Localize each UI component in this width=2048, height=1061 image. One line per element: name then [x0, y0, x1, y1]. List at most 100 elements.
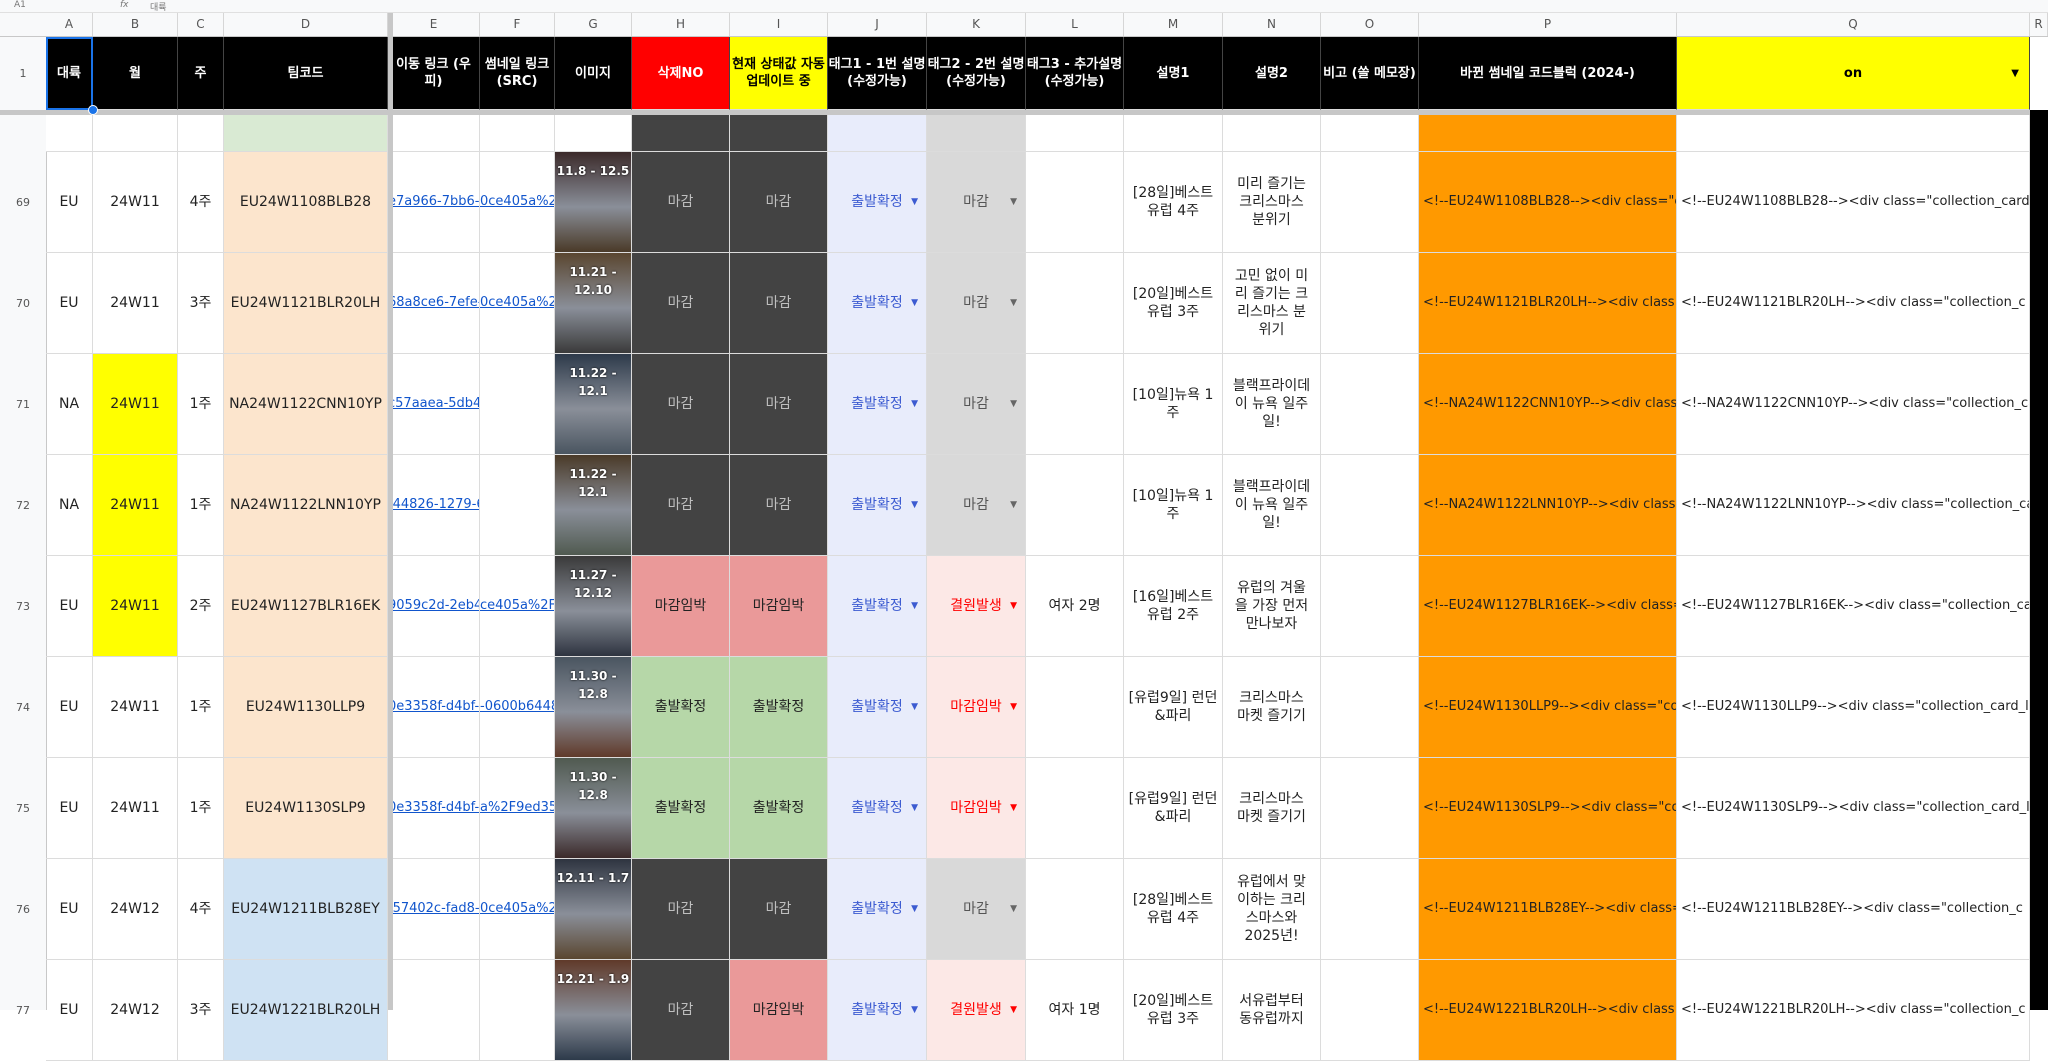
- month-cell[interactable]: 24W12: [93, 859, 178, 960]
- header-cell-j[interactable]: 태그1 - 1번 설명 (수정가능): [828, 37, 927, 110]
- description2-cell[interactable]: 고민 없이 미리 즐기는 크리스마스 분위기: [1223, 253, 1321, 354]
- tag3-cell[interactable]: [1026, 354, 1124, 455]
- month-cell[interactable]: 24W11: [93, 455, 178, 556]
- row-number[interactable]: 76: [0, 859, 46, 960]
- header-cell-f[interactable]: 썸네일 링크 (SRC): [480, 37, 555, 110]
- thumbnail-codeblock-cell[interactable]: <!--NA24W1122LNN10YP--><div class=": [1419, 455, 1677, 556]
- team-code-cell[interactable]: EU24W1130SLP9: [224, 758, 388, 859]
- team-code-cell[interactable]: EU24W1108BLB28: [224, 152, 388, 253]
- week-cell[interactable]: 2주: [178, 556, 224, 657]
- move-link-cell[interactable]: [388, 960, 480, 1061]
- move-link-cell[interactable]: e7a966-7bb6-: [388, 152, 480, 253]
- thumbnail-codeblock-cell[interactable]: <!--EU24W1121BLR20LH--><div class="c: [1419, 253, 1677, 354]
- team-code-cell[interactable]: EU24W1121BLR20LH: [224, 253, 388, 354]
- description2-cell[interactable]: 블랙프라이데이 뉴욕 일주일!: [1223, 455, 1321, 556]
- month-cell[interactable]: 24W11: [93, 758, 178, 859]
- tag1-dropdown[interactable]: 출발확정 ▼: [828, 960, 927, 1061]
- dropdown-arrow-icon[interactable]: ▼: [1010, 698, 1017, 716]
- note-cell[interactable]: [1321, 758, 1419, 859]
- row-number[interactable]: 72: [0, 455, 46, 556]
- status-cell[interactable]: 마감: [730, 455, 828, 556]
- header-cell-l[interactable]: 태그3 - 추가설명 (수정가능): [1026, 37, 1124, 110]
- tag1-dropdown[interactable]: 출발확정 ▼: [828, 354, 927, 455]
- header-cell-c[interactable]: 주: [178, 37, 224, 110]
- header-cell-g[interactable]: 이미지: [555, 37, 632, 110]
- header-cell-d[interactable]: 팀코드: [224, 37, 388, 110]
- freeze-column-divider[interactable]: [388, 13, 393, 1010]
- on-code-cell[interactable]: <!--EU24W1108BLB28--><div class="collect…: [1677, 152, 2030, 253]
- team-code-cell[interactable]: NA24W1122CNN10YP: [224, 354, 388, 455]
- status-cell[interactable]: 마감: [730, 253, 828, 354]
- month-cell[interactable]: 24W11: [93, 354, 178, 455]
- dropdown-arrow-icon[interactable]: ▼: [911, 799, 918, 817]
- note-cell[interactable]: [1321, 556, 1419, 657]
- formula-input[interactable]: 대륙: [150, 0, 167, 13]
- column-header-r[interactable]: R: [2030, 13, 2048, 36]
- description1-cell[interactable]: [유럽9일] 런던&파리: [1124, 657, 1223, 758]
- tag1-dropdown[interactable]: 출발확정 ▼: [828, 152, 927, 253]
- delete-no-cell[interactable]: 마감: [632, 455, 730, 556]
- dropdown-arrow-icon[interactable]: ▼: [911, 496, 918, 514]
- column-header-j[interactable]: J: [828, 13, 927, 36]
- dropdown-arrow-icon[interactable]: ▼: [911, 597, 918, 615]
- delete-no-cell[interactable]: 마감임박: [632, 556, 730, 657]
- thumbnail-codeblock-cell[interactable]: <!--EU24W1211BLB28EY--><div class="c: [1419, 859, 1677, 960]
- tag2-dropdown[interactable]: 마감 ▼: [927, 455, 1026, 556]
- thumbnail-image[interactable]: 11.27 - 12.12: [555, 556, 632, 657]
- week-cell[interactable]: 1주: [178, 455, 224, 556]
- delete-no-cell[interactable]: 마감: [632, 152, 730, 253]
- on-code-cell[interactable]: <!--EU24W1127BLR16EK--><div class="colle…: [1677, 556, 2030, 657]
- tag2-dropdown[interactable]: 결원발생 ▼: [927, 960, 1026, 1061]
- tag3-cell[interactable]: [1026, 455, 1124, 556]
- region-cell[interactable]: NA: [46, 354, 93, 455]
- thumbnail-codeblock-cell[interactable]: <!--EU24W1127BLR16EK--><div class="c: [1419, 556, 1677, 657]
- delete-no-cell[interactable]: 마감: [632, 354, 730, 455]
- dropdown-arrow-icon[interactable]: ▼: [911, 900, 918, 918]
- week-cell[interactable]: 4주: [178, 152, 224, 253]
- description2-cell[interactable]: 미리 즐기는 크리스마스 분위기: [1223, 152, 1321, 253]
- column-header-n[interactable]: N: [1223, 13, 1321, 36]
- row-number[interactable]: 73: [0, 556, 46, 657]
- dropdown-arrow-icon[interactable]: ▼: [911, 294, 918, 312]
- tag2-dropdown[interactable]: 마감 ▼: [927, 253, 1026, 354]
- row-number[interactable]: 77: [0, 960, 46, 1061]
- move-link-cell[interactable]: 68a8ce6-7efe-: [388, 253, 480, 354]
- dropdown-arrow-icon[interactable]: ▼: [1010, 294, 1017, 312]
- note-cell[interactable]: [1321, 354, 1419, 455]
- region-cell[interactable]: EU: [46, 152, 93, 253]
- thumbnail-codeblock-cell[interactable]: <!--EU24W1108BLB28--><div class="colle: [1419, 152, 1677, 253]
- header-cell-n[interactable]: 설명2: [1223, 37, 1321, 110]
- header-cell-o[interactable]: 비고 (쓸 메모장): [1321, 37, 1419, 110]
- note-cell[interactable]: [1321, 253, 1419, 354]
- move-link-cell[interactable]: c57aaea-5db46-43de-a06: [388, 354, 480, 455]
- thumbnail-src-cell[interactable]: [480, 354, 555, 455]
- thumbnail-src-cell[interactable]: a%2F9ed35: [480, 758, 555, 859]
- description1-cell[interactable]: [유럽9일] 런던&파리: [1124, 758, 1223, 859]
- column-header-e[interactable]: E: [388, 13, 480, 36]
- description1-cell[interactable]: [28일]베스트유럽 4주: [1124, 152, 1223, 253]
- tag1-dropdown[interactable]: 출발확정 ▼: [828, 556, 927, 657]
- month-cell[interactable]: 24W11: [93, 657, 178, 758]
- header-cell-p[interactable]: 바뀐 썸네일 코드블럭 (2024-): [1419, 37, 1677, 110]
- status-cell[interactable]: 마감: [730, 152, 828, 253]
- tag3-cell[interactable]: [1026, 859, 1124, 960]
- thumbnail-src-cell[interactable]: 0ce405a%2F: [480, 253, 555, 354]
- thumbnail-image[interactable]: 11.30 - 12.8: [555, 657, 632, 758]
- tag3-cell[interactable]: [1026, 657, 1124, 758]
- on-code-cell[interactable]: <!--NA24W1122LNN10YP--><div class="colle…: [1677, 455, 2030, 556]
- note-cell[interactable]: [1321, 859, 1419, 960]
- region-cell[interactable]: EU: [46, 253, 93, 354]
- description1-cell[interactable]: [16일]베스트유럽 2주: [1124, 556, 1223, 657]
- tag2-dropdown[interactable]: 마감 ▼: [927, 152, 1026, 253]
- month-cell[interactable]: 24W11: [93, 253, 178, 354]
- status-cell[interactable]: 출발확정: [730, 657, 828, 758]
- thumbnail-src-cell[interactable]: -0600b6448: [480, 657, 555, 758]
- header-cell-h[interactable]: 삭제NO: [632, 37, 730, 110]
- row-number[interactable]: 70: [0, 253, 46, 354]
- delete-no-cell[interactable]: 마감: [632, 859, 730, 960]
- dropdown-arrow-icon[interactable]: ▼: [1010, 496, 1017, 514]
- tag3-cell[interactable]: [1026, 152, 1124, 253]
- thumbnail-image[interactable]: 12.21 - 1.9: [555, 960, 632, 1061]
- thumbnail-image[interactable]: 11.22 - 12.1: [555, 354, 632, 455]
- team-code-cell[interactable]: EU24W1221BLR20LH: [224, 960, 388, 1061]
